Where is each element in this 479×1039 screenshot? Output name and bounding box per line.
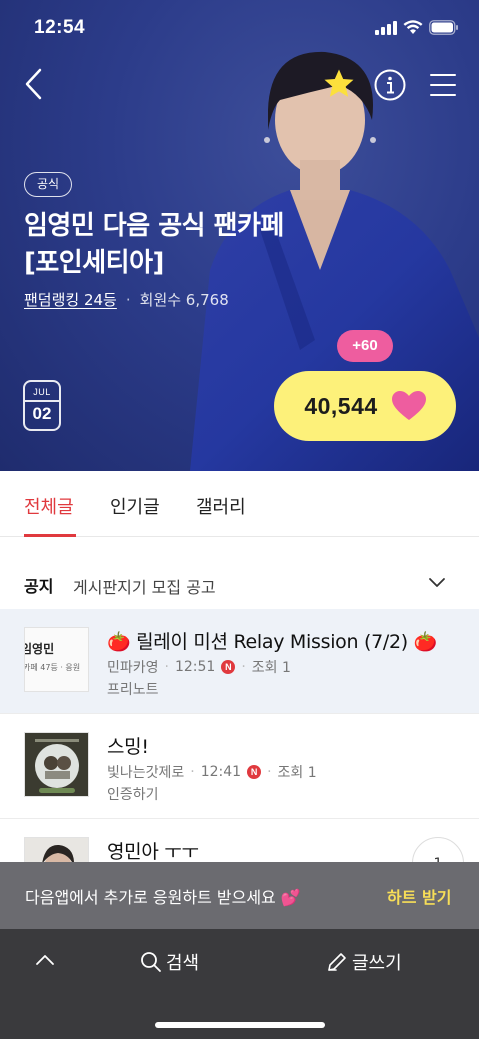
post-time: 12:51 (174, 659, 216, 675)
date-divider (25, 400, 59, 402)
tab-all-posts[interactable]: 전체글 (24, 493, 74, 519)
heart-count: 40,544 (304, 392, 378, 419)
post-thumbnail (24, 732, 89, 797)
post-time: 12:41 (200, 764, 242, 780)
menu-icon[interactable] (429, 72, 457, 98)
notice-bar[interactable]: 공지 게시판지기 모집 공고 (0, 556, 479, 609)
post-author: 빛나는갓제로 (107, 765, 185, 781)
status-icons (375, 20, 459, 35)
post-item[interactable]: 영민아 ㅜㅜ 1 (0, 819, 479, 862)
fandom-rank-link[interactable]: 팬덤랭킹 24등 (24, 289, 117, 310)
search-label: 검색 (166, 953, 200, 974)
post-category: 프리노트 (107, 682, 159, 698)
cafe-meta: 팬덤랭킹 24등 · 회원수 6,768 (24, 289, 229, 310)
status-time: 12:54 (34, 17, 86, 38)
thumbnail-subtext: 카페 47등 · 응원 (24, 663, 81, 672)
post-author: 민파카영 (107, 660, 159, 676)
chevron-down-icon[interactable] (428, 576, 446, 590)
official-badge: 공식 (24, 172, 73, 197)
date-month: JUL (33, 387, 51, 397)
post-meta: 민파카영 · 12:51 N · 조회 1 (107, 657, 291, 677)
write-label: 글쓰기 (352, 953, 402, 974)
get-hearts-button[interactable]: 하트 받기 (387, 884, 451, 908)
post-views: 조회 1 (277, 765, 317, 781)
thumbnail-text: 임영민 (24, 642, 55, 656)
write-button[interactable]: 글쓰기 (326, 949, 402, 975)
promo-banner: 다음앱에서 추가로 응원하트 받으세요 💕 하트 받기 (0, 862, 479, 929)
post-thumbnail (24, 837, 89, 862)
search-button[interactable]: 검색 (140, 949, 199, 975)
heart-plus-badge: +60 (337, 330, 393, 362)
notice-text[interactable]: 게시판지기 모집 공고 (73, 574, 216, 598)
heart-icon (391, 391, 426, 420)
post-meta: 빛나는갓제로 · 12:41 N · 조회 1 (107, 762, 317, 782)
post-title[interactable]: 스밍! (107, 732, 149, 759)
search-icon (141, 952, 161, 972)
chevron-up-icon[interactable] (34, 953, 56, 967)
star-icon[interactable] (322, 67, 356, 101)
signal-icon (375, 20, 397, 35)
back-icon[interactable] (20, 66, 48, 102)
tab-popular-posts[interactable]: 인기글 (110, 493, 160, 519)
battery-icon (429, 20, 458, 35)
cafe-title: 임영민 다음 공식 팬카페 [포인세티아] (24, 211, 284, 278)
meta-separator: · (241, 659, 246, 675)
meta-separator: · (125, 290, 131, 309)
active-tab-indicator (24, 534, 76, 537)
date-badge: JUL 02 (23, 380, 61, 431)
comment-count[interactable]: 1 (412, 837, 464, 862)
notice-label: 공지 (24, 577, 54, 596)
date-day: 02 (32, 403, 52, 423)
wifi-icon (403, 20, 423, 34)
board-tabs: 전체글 인기글 갤러리 (0, 471, 479, 537)
promo-text: 다음앱에서 추가로 응원하트 받으세요 💕 (25, 888, 301, 907)
post-title[interactable]: 🍅 릴레이 미션 Relay Mission (7/2) 🍅 (107, 627, 437, 654)
thumbnail-image (25, 733, 88, 796)
post-thumbnail: 임영민 카페 47등 · 응원 (24, 627, 89, 692)
home-indicator (155, 1022, 325, 1028)
tab-gallery[interactable]: 갤러리 (196, 493, 246, 519)
post-item[interactable]: 임영민 카페 47등 · 응원 🍅 릴레이 미션 Relay Mission (… (0, 609, 479, 714)
meta-separator: · (190, 764, 195, 780)
new-badge: N (247, 765, 262, 779)
info-icon[interactable] (373, 68, 407, 102)
meta-separator: · (267, 764, 272, 780)
post-item[interactable]: 스밍! 빛나는갓제로 · 12:41 N · 조회 1 인증하기 (0, 714, 479, 819)
pencil-icon (328, 953, 346, 971)
status-bar: 12:54 (0, 0, 479, 58)
member-count: 회원수 6,768 (139, 291, 229, 309)
post-title[interactable]: 영민아 ㅜㅜ (107, 837, 199, 862)
bottom-toolbar: 검색 글쓰기 (0, 929, 479, 1039)
cafe-hero: 12:54 공식 임영민 다음 공식 팬카페 [포인세티아] 팬덤랭킹 24등 … (0, 0, 479, 471)
post-category: 인증하기 (107, 787, 159, 803)
post-views: 조회 1 (251, 660, 291, 676)
meta-separator: · (164, 659, 169, 675)
thumbnail-image (25, 838, 88, 862)
cheer-heart-button[interactable]: 40,544 (274, 371, 456, 441)
new-badge: N (221, 660, 236, 674)
